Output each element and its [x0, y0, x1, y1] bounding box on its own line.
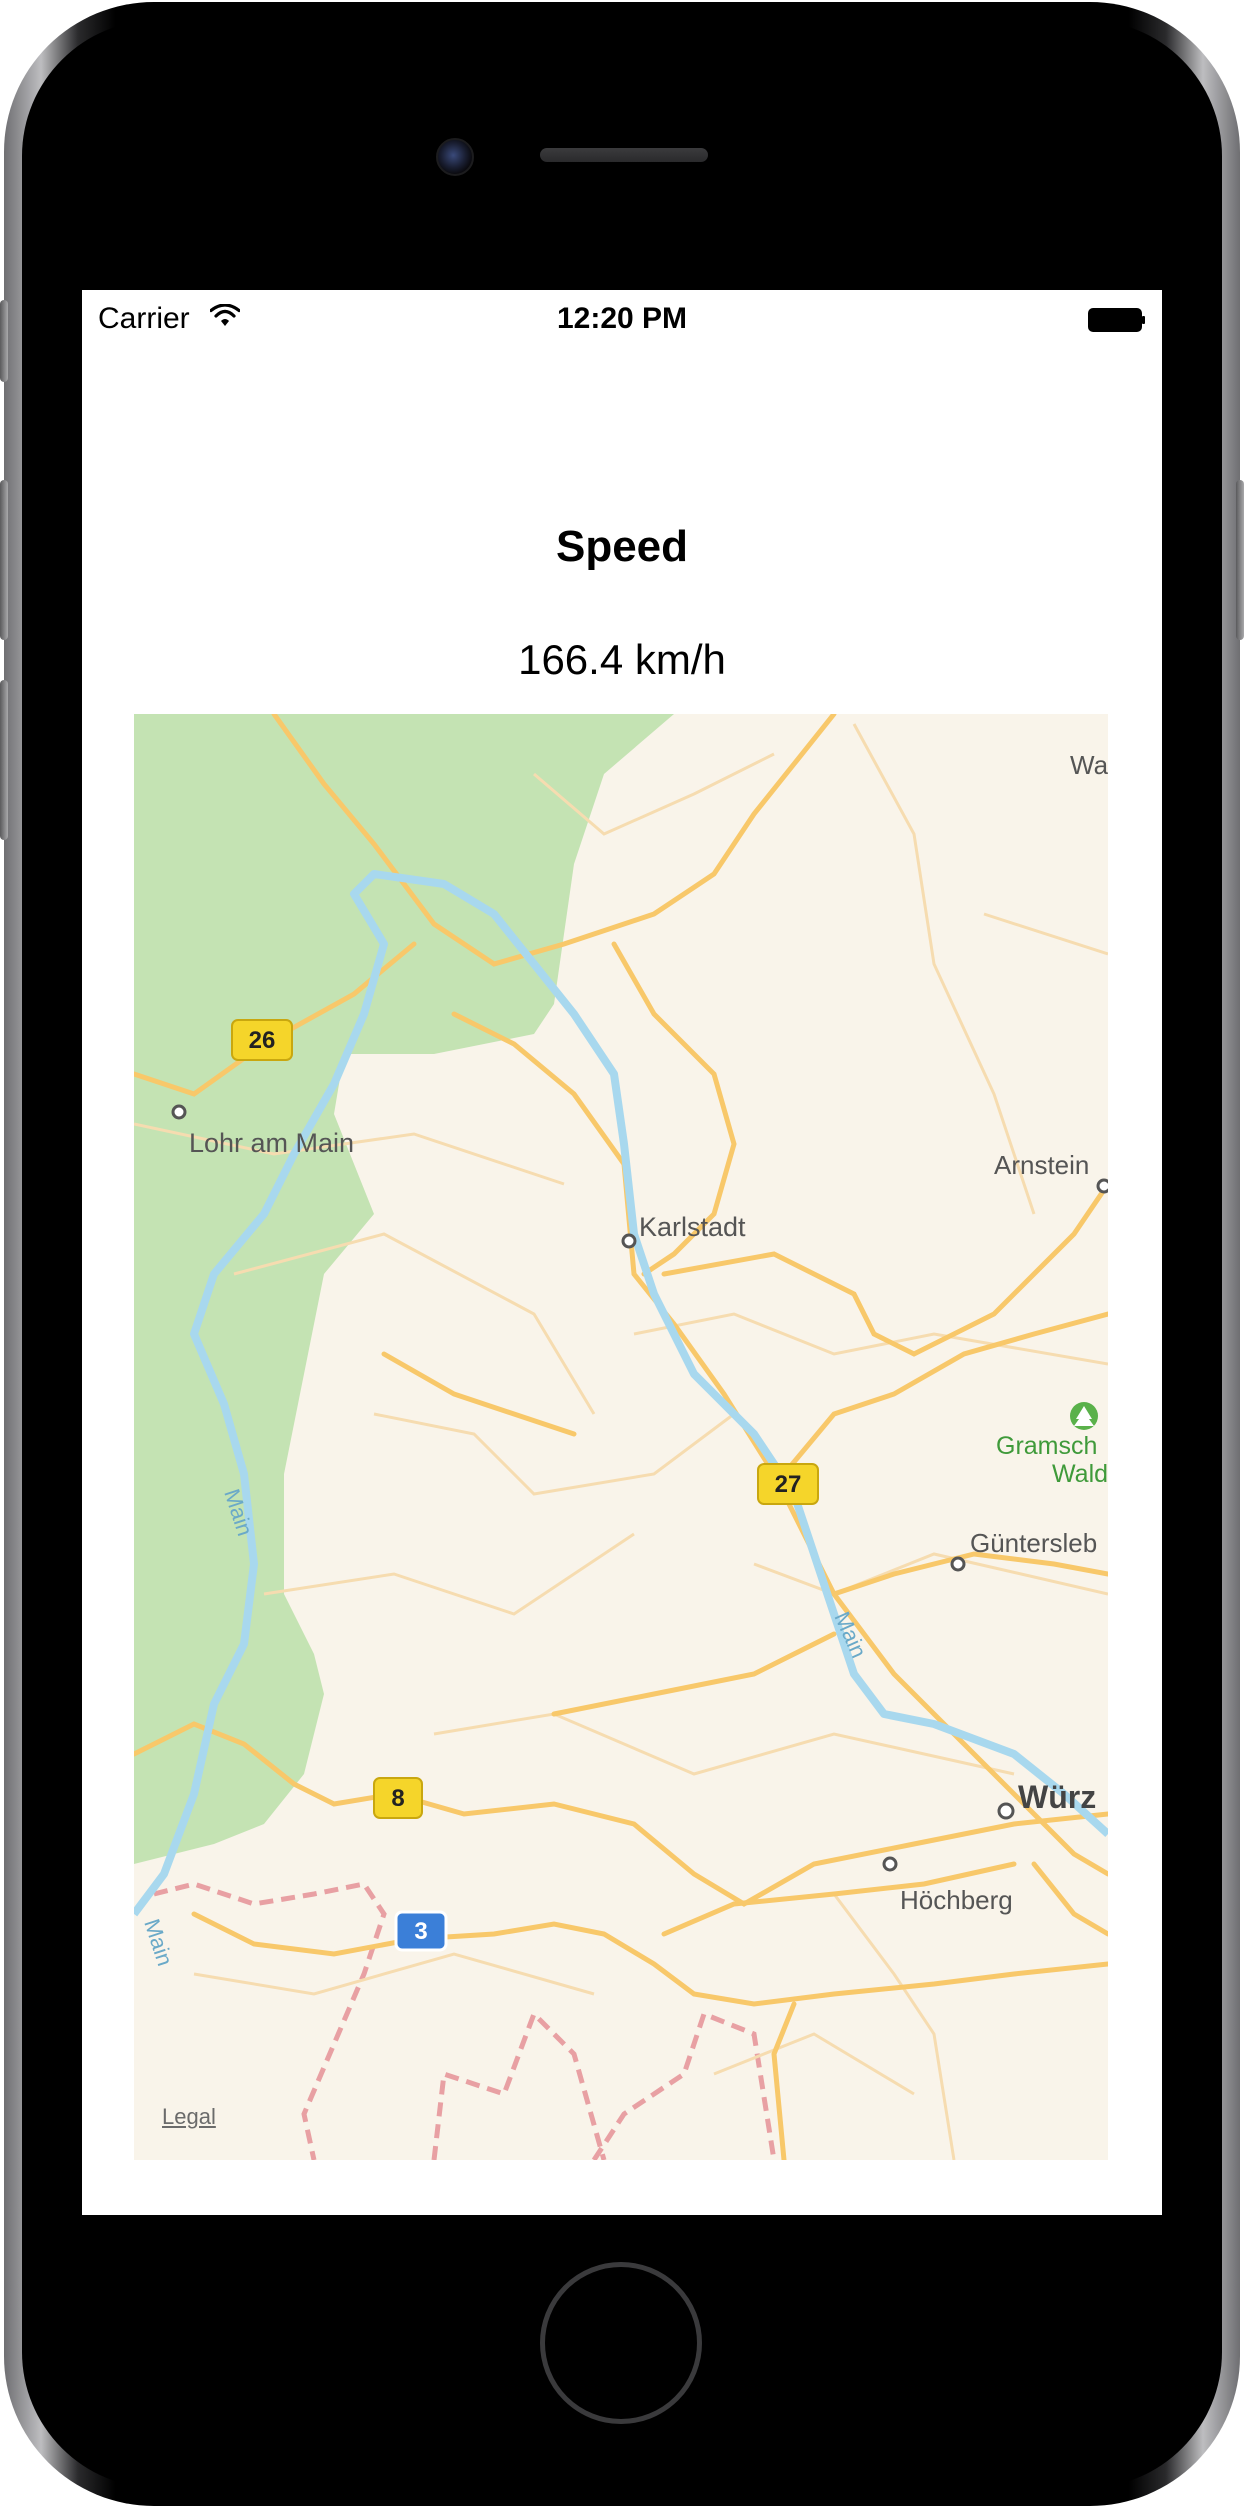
place-marker-guentersleb	[950, 1556, 966, 1572]
map-view[interactable]: Lohr am Main Karlstadt Arnstein Wa Grams…	[134, 714, 1108, 2160]
volume-down-button	[0, 680, 8, 840]
home-button[interactable]	[540, 2262, 702, 2424]
river-label-main: Main	[139, 1916, 178, 1969]
place-label-guentersleb: Güntersleb	[970, 1528, 1097, 1558]
place-label-wuerz: Würz	[1018, 1779, 1096, 1815]
front-camera	[436, 138, 474, 176]
mute-switch	[0, 300, 8, 382]
battery-icon	[1088, 308, 1145, 332]
place-marker-karlstadt	[621, 1233, 637, 1249]
place-marker-hoechberg	[882, 1856, 898, 1872]
place-label-arnstein: Arnstein	[994, 1150, 1089, 1180]
motorway-shield-3: 3	[394, 1910, 448, 1952]
place-marker-lohr	[171, 1104, 187, 1120]
place-label-hoechberg: Höchberg	[900, 1885, 1013, 1915]
place-label-gramsch: Gramsch	[996, 1432, 1097, 1460]
status-time: 12:20 PM	[556, 302, 688, 335]
place-label-lohr: Lohr am Main	[189, 1128, 354, 1158]
screen: Carrier 12:20 PM Speed 166.4 km/h Lohr a…	[82, 290, 1162, 2215]
speed-value: 166.4 km/h	[518, 636, 726, 683]
power-button	[1236, 480, 1244, 640]
svg-text:3: 3	[414, 1918, 427, 1945]
volume-up-button	[0, 480, 8, 640]
state-border-3	[591, 2010, 777, 2160]
road-shield-27: 27	[757, 1463, 819, 1505]
road-shield-26: 26	[231, 1019, 293, 1061]
svg-text:26: 26	[249, 1027, 276, 1054]
place-label-karlstadt: Karlstadt	[639, 1212, 746, 1242]
map-canvas[interactable]: Lohr am Main Karlstadt Arnstein Wa Grams…	[134, 714, 1108, 2160]
state-border-2	[431, 2009, 607, 2160]
earpiece-speaker	[540, 148, 708, 162]
page-title: Speed	[555, 522, 689, 571]
map-legal-link[interactable]: Legal	[162, 2104, 216, 2130]
place-marker-arnstein	[1096, 1178, 1108, 1194]
svg-text:27: 27	[775, 1471, 802, 1498]
road-shield-8: 8	[373, 1777, 423, 1819]
status-bar: Carrier 12:20 PM	[82, 290, 1162, 350]
place-label-wald: Wald	[1052, 1460, 1108, 1488]
place-marker-wuerz	[997, 1802, 1015, 1820]
svg-text:8: 8	[391, 1785, 404, 1812]
place-label-wa: Wa	[1070, 750, 1108, 780]
